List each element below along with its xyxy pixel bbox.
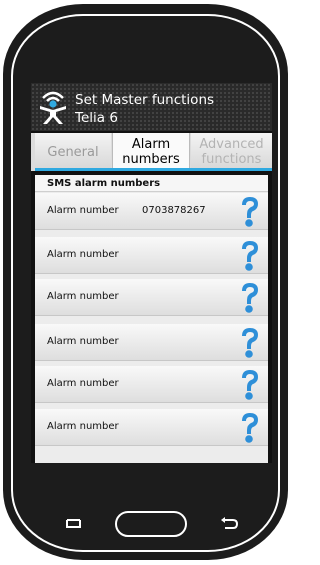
screen: Set Master functions Telia 6 General Ala… [31,83,272,463]
tab-alarm-numbers[interactable]: Alarm numbers [112,133,190,171]
home-button[interactable] [115,511,187,537]
list-item[interactable]: Alarm number 0703878267 [35,193,268,230]
tab-advanced-functions[interactable]: Advanced functions [191,133,272,171]
help-question-icon[interactable] [239,239,261,273]
title-bar: Set Master functions Telia 6 [31,83,272,131]
help-question-icon[interactable] [239,281,261,315]
alarm-number-label: Alarm number [47,336,119,347]
tab-advanced-label: Advanced functions [199,137,263,167]
page-subtitle: Telia 6 [75,110,118,126]
alarm-number-list[interactable]: SMS alarm numbers Alarm number 070387826… [35,175,268,463]
back-icon[interactable] [219,515,239,531]
alarm-number-label: Alarm number [47,249,119,260]
help-question-icon[interactable] [239,195,261,229]
tab-alarm-label-line2: numbers [122,152,180,167]
list-item[interactable]: Alarm number [35,279,268,316]
help-question-icon[interactable] [239,411,261,445]
tab-alarm-label-line1: Alarm [131,137,171,152]
help-question-icon[interactable] [239,368,261,402]
alarm-number-label: Alarm number [47,421,119,432]
person-wifi-icon [40,91,66,124]
tab-advanced-label-line1: Advanced [199,137,264,152]
tab-alarm-numbers-label: Alarm numbers [122,137,180,167]
alarm-number-label: Alarm number [47,378,119,389]
active-tab-indicator [35,168,272,171]
list-item[interactable]: Alarm number [35,324,268,361]
help-question-icon[interactable] [239,326,261,360]
section-header: SMS alarm numbers [35,175,268,192]
tab-general-label: General [47,144,99,160]
list-item[interactable]: Alarm number [35,409,268,446]
alarm-number-value: 0703878267 [142,205,206,216]
alarm-number-label: Alarm number [47,291,119,302]
list-item[interactable]: Alarm number [35,366,268,403]
tab-advanced-label-line2: functions [201,152,262,167]
tab-bar: General Alarm numbers Advanced functions [31,133,272,171]
recent-apps-icon[interactable] [65,517,82,529]
page-title: Set Master functions [75,92,215,108]
alarm-number-label: Alarm number [47,205,119,216]
tab-general[interactable]: General [35,133,111,171]
list-item[interactable]: Alarm number [35,237,268,274]
